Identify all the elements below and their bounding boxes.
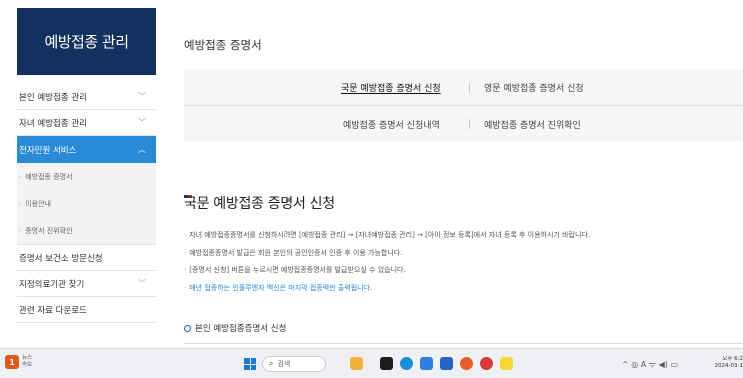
chevron-up-icon: ︿ — [138, 145, 146, 154]
submenu-item-guide[interactable]: · 이용안내 — [17, 190, 156, 217]
sidebar-item-label: 자녀 예방접종 관리 — [19, 118, 87, 129]
sub-heading: 본인 예방접종증명서 신청 — [184, 322, 286, 334]
tab-divider — [469, 82, 470, 93]
sidebar-item-label: 증명서 보건소 방문신청 — [19, 253, 103, 264]
sidebar-header: 예방접종 관리 — [17, 8, 156, 75]
bullet-icon: · — [19, 172, 22, 181]
news-widget[interactable]: 1 뉴스 속보 — [5, 355, 32, 369]
sidebar-title: 예방접종 관리 — [44, 33, 129, 51]
kakaotalk-icon[interactable] — [500, 357, 513, 370]
system-tray[interactable]: ^ ◎ A ᯤ ◀) ▭ — [622, 359, 678, 370]
tab-panel: 국문 예방접종 증명서 신청 영문 예방접종 증명서 신청 예방접종 증명서 신… — [184, 70, 743, 142]
search-placeholder: 검색 — [277, 360, 291, 368]
sidebar-item-label: 본인 예방접종 관리 — [19, 92, 87, 103]
submenu-item-label: 증명서 진위확인 — [25, 226, 73, 235]
submenu-item-label: 예방접종 증명서 — [25, 172, 73, 181]
windows-start-icon[interactable] — [244, 358, 256, 370]
news-title: 뉴스 — [22, 355, 33, 361]
taskbar-search[interactable]: ⌕ 검색 — [262, 356, 326, 372]
news-subtitle: 속보 — [22, 362, 33, 368]
tab-authenticity-check[interactable]: 예방접종 증명서 진위확인 — [484, 118, 581, 131]
submenu-item-label: 이용안내 — [25, 199, 51, 208]
sidebar-item-child-vaccination[interactable]: 자녀 예방접종 관리 ﹀ — [17, 110, 156, 136]
section-mark-icon — [184, 183, 192, 198]
sidebar-item-visit-request[interactable]: 증명서 보건소 방문신청 — [17, 245, 156, 271]
info-line-highlight: · 매년 접종하는 인플루엔자 백신은 마지막 접종력만 출력됩니다. — [184, 283, 373, 292]
tab-korean-certificate[interactable]: 국문 예방접종 증명서 신청 — [341, 81, 441, 94]
sidebar-item-label: 전자민원 서비스 — [19, 145, 77, 156]
divider — [184, 343, 743, 344]
chevron-down-icon: ﹀ — [138, 118, 146, 127]
search-icon: ⌕ — [269, 359, 274, 368]
info-list: · 자녀 예방접종증명서를 신청하시려면 [예방접종 관리] → [자녀예방접종 … — [184, 230, 743, 300]
taskbar: 1 뉴스 속보 ⌕ 검색 ^ ◎ A ᯤ ◀) ▭ 오후 6:2 2024-03… — [0, 348, 743, 378]
file-explorer-icon[interactable] — [420, 357, 433, 370]
sidebar-item-label: 관련 자료 다운로드 — [19, 305, 87, 316]
main-content: 예방접종 증명서 국문 예방접종 증명서 신청 영문 예방접종 증명서 신청 예… — [184, 0, 743, 348]
widget-app-icon[interactable] — [350, 357, 363, 370]
tab-english-certificate[interactable]: 영문 예방접종 증명서 신청 — [484, 81, 584, 94]
edge-browser-icon[interactable] — [400, 357, 413, 370]
circle-icon — [184, 325, 191, 332]
info-line: · [증명서 신청] 버튼을 누르시면 예방접종증명서를 발급받으실 수 있습니다… — [184, 266, 406, 274]
browser-app-icon[interactable] — [460, 357, 473, 370]
store-app-icon[interactable] — [440, 357, 453, 370]
section-title: 국문 예방접종 증명서 신청 — [184, 196, 335, 212]
info-line: · 자녀 예방접종증명서를 신청하시려면 [예방접종 관리] → [자녀예방접종 … — [184, 231, 591, 239]
chevron-down-icon: ﹀ — [138, 279, 146, 288]
bullet-icon: · — [19, 226, 22, 235]
sidebar: 예방접종 관리 본인 예방접종 관리 ﹀ 자녀 예방접종 관리 ﹀ 전자민원 서… — [17, 8, 156, 348]
info-line: · 예방접종증명서 발급은 회원 본인의 공인인증서 인증 후 이용 가능합니다. — [184, 248, 403, 257]
sidebar-submenu: · 예방접종 증명서 · 이용안내 · 증명서 진위확인 — [17, 163, 156, 245]
sidebar-item-find-clinic[interactable]: 지정의료기관 찾기 ﹀ — [17, 271, 156, 297]
taskbar-clock[interactable]: 오후 6:2 2024-03-1 — [711, 356, 743, 370]
chevron-down-icon: ﹀ — [138, 92, 146, 101]
tab-divider — [469, 119, 470, 129]
chrome-icon[interactable] — [480, 357, 493, 370]
news-badge-icon: 1 — [5, 355, 19, 369]
sidebar-item-label: 지정의료기관 찾기 — [19, 279, 85, 290]
submenu-item-certificate[interactable]: · 예방접종 증명서 — [17, 163, 156, 190]
tab-request-history[interactable]: 예방접종 증명서 신청내역 — [343, 118, 440, 131]
bullet-icon: · — [19, 199, 22, 208]
sidebar-item-e-service[interactable]: 전자민원 서비스 ︿ — [17, 136, 156, 163]
submenu-item-verify[interactable]: · 증명서 진위확인 — [17, 217, 156, 244]
page-title: 예방접종 증명서 — [184, 38, 262, 52]
task-view-icon[interactable] — [380, 357, 393, 370]
sidebar-item-self-vaccination[interactable]: 본인 예방접종 관리 ﹀ — [17, 84, 156, 110]
sidebar-item-downloads[interactable]: 관련 자료 다운로드 — [17, 297, 156, 323]
